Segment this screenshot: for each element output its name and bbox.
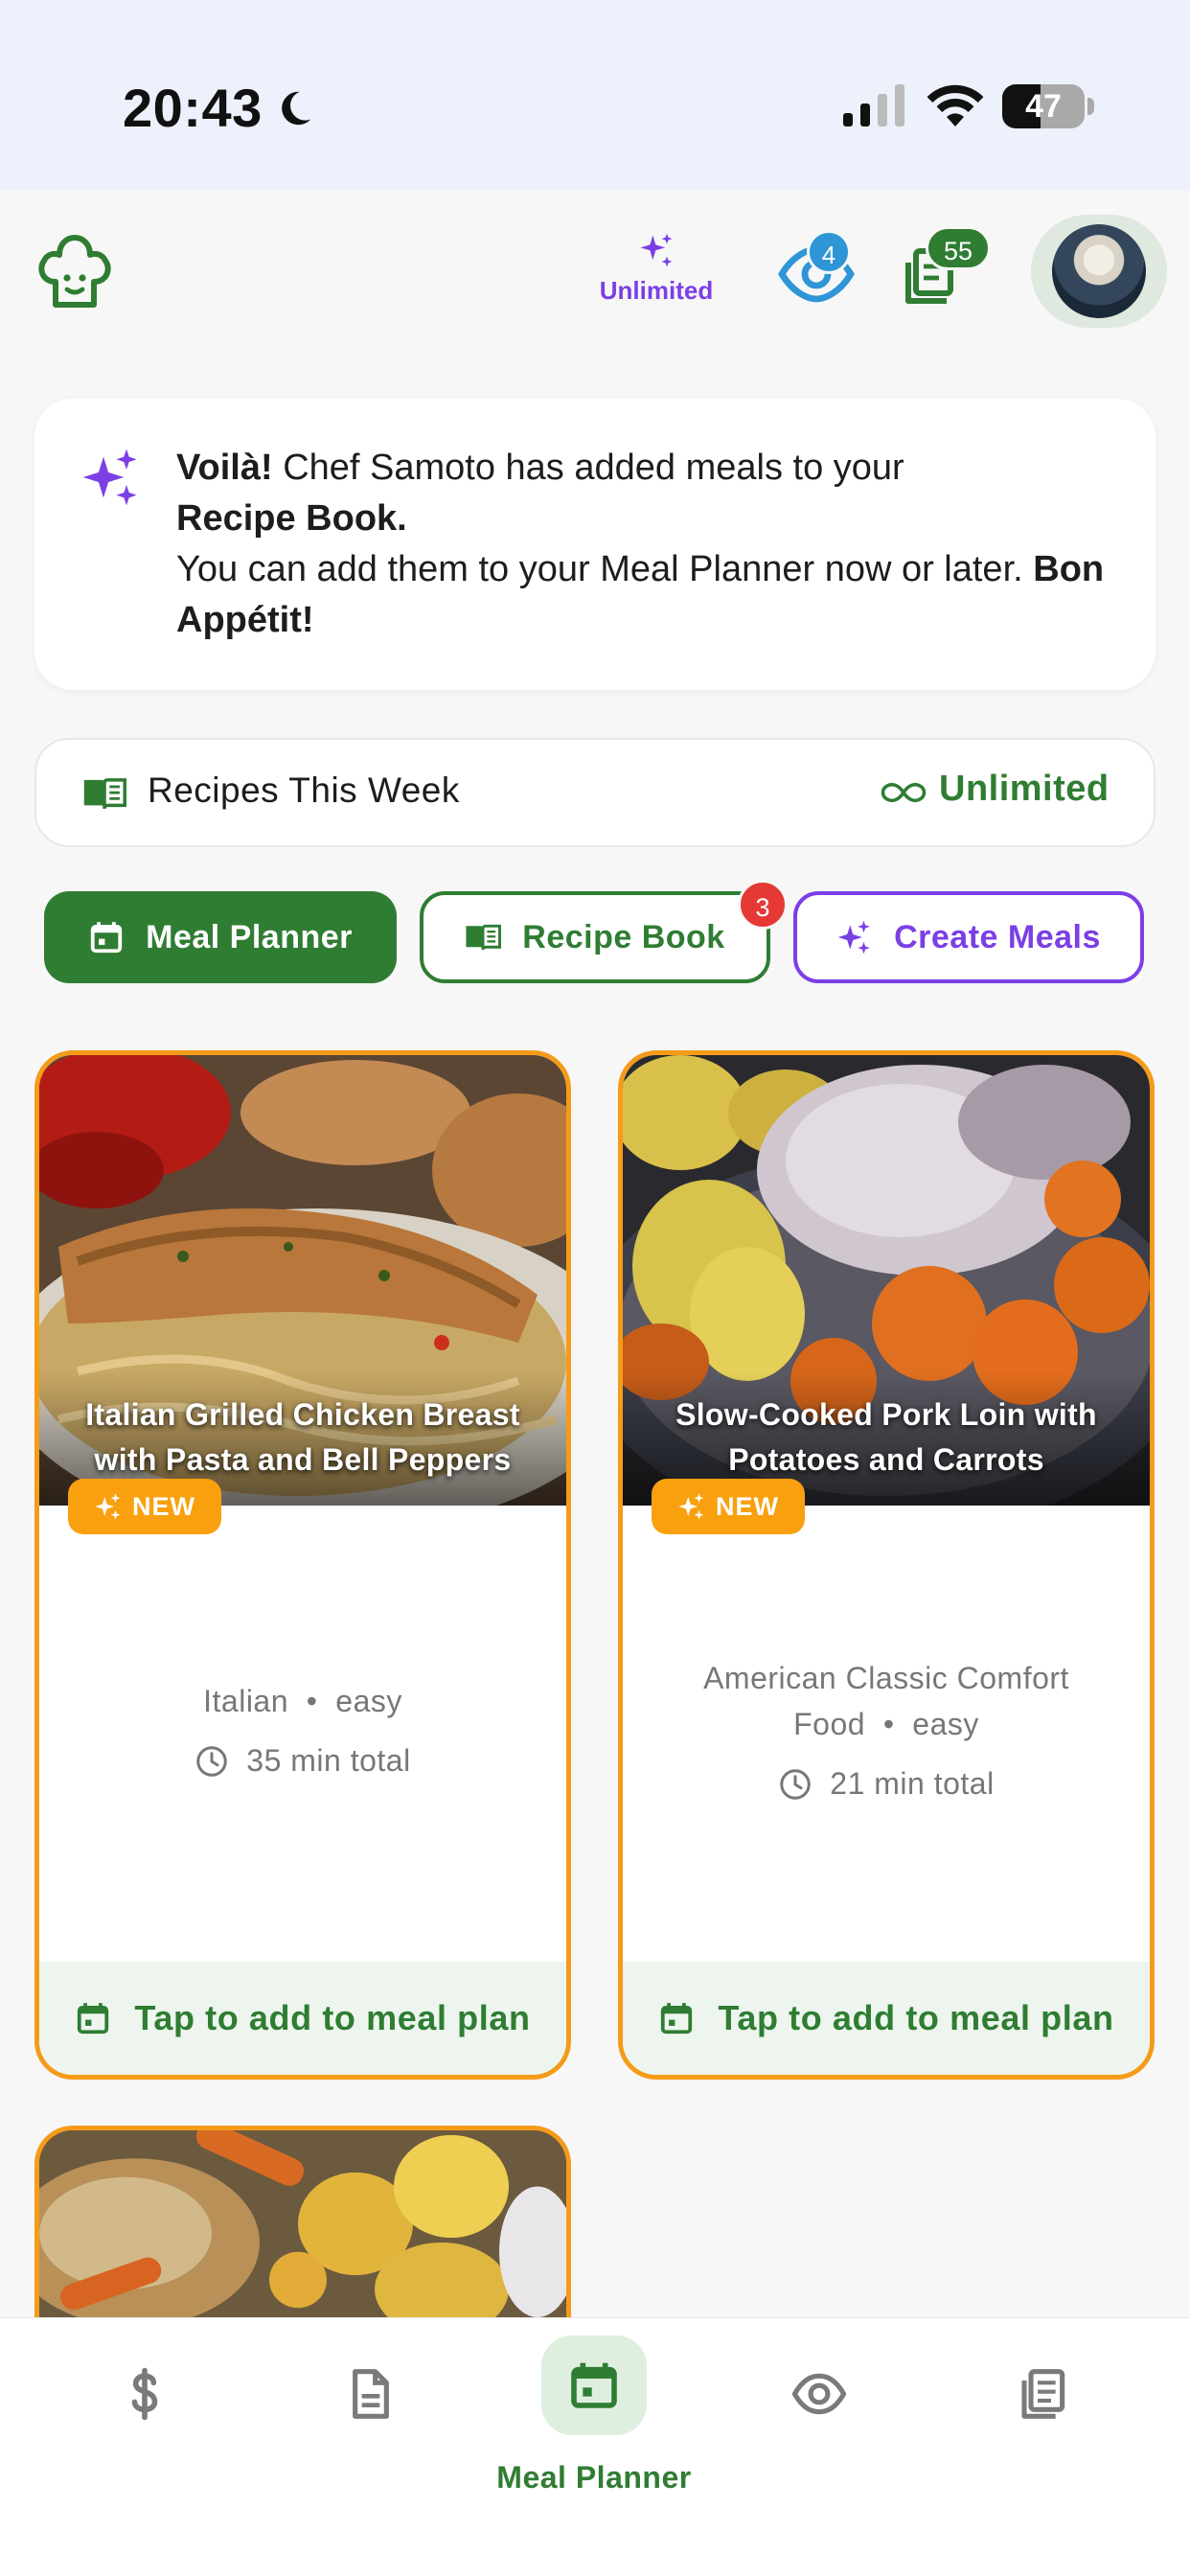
- meta-separator: •: [882, 1707, 895, 1741]
- signal-icon: [843, 84, 904, 126]
- nav-active-label: Meal Planner: [496, 2460, 692, 2495]
- open-book-icon: [83, 778, 126, 810]
- eye-count-badge: 4: [807, 230, 851, 274]
- eye-icon: [792, 2373, 846, 2415]
- add-to-meal-plan-button[interactable]: Tap to add to meal plan: [623, 1962, 1150, 2075]
- wifi-icon: [927, 84, 984, 126]
- add-to-meal-plan-button[interactable]: Tap to add to meal plan: [39, 1962, 566, 2075]
- create-meals-tab-label: Create Meals: [894, 918, 1101, 955]
- unlimited-credits-button[interactable]: Unlimited: [586, 230, 726, 306]
- meal-planner-tab-label: Meal Planner: [146, 918, 353, 955]
- recipe-time-label: 21 min total: [830, 1766, 995, 1801]
- sparkles-icon: [640, 233, 673, 267]
- bottom-navigation: Meal Planner: [0, 2317, 1190, 2576]
- recipe-book-tab[interactable]: Recipe Book: [420, 891, 770, 983]
- clock-icon: [196, 1745, 228, 1777]
- nav-watch[interactable]: [762, 2341, 877, 2447]
- document-icon: [353, 2369, 389, 2419]
- recipe-card-partial[interactable]: [34, 2126, 571, 2317]
- sparkles-icon: [82, 448, 137, 506]
- calendar-icon: [78, 2003, 109, 2035]
- recipes-icon: [1021, 2369, 1065, 2419]
- new-badge-label: NEW: [132, 1491, 195, 1521]
- recipe-title: Slow-Cooked Pork Loin with Potatoes and …: [675, 1397, 1097, 1477]
- recipe-difficulty: easy: [335, 1684, 402, 1718]
- new-badge: NEW: [652, 1479, 805, 1534]
- recipe-meta: Italian • easy: [58, 1678, 547, 1724]
- open-book-icon: [466, 924, 502, 951]
- clock-icon: [780, 1768, 812, 1800]
- recipe-meta: American Classic Comfort Food • easy: [671, 1655, 1102, 1747]
- recipe-count-badge: 55: [926, 226, 991, 270]
- status-bar: 20:43 47: [0, 0, 1190, 190]
- chef-hat-icon[interactable]: [34, 230, 115, 312]
- nav-documents[interactable]: [313, 2341, 428, 2447]
- unlimited-label: Unlimited: [599, 276, 714, 305]
- battery-percent: 47: [1025, 88, 1062, 125]
- nav-meal-planner[interactable]: [541, 2335, 647, 2435]
- nav-budget[interactable]: [87, 2341, 202, 2447]
- add-to-meal-plan-label: Tap to add to meal plan: [718, 1998, 1114, 2037]
- recipe-book-badge: 3: [738, 880, 788, 930]
- moon-icon: [282, 91, 311, 126]
- add-to-meal-plan-label: Tap to add to meal plan: [134, 1998, 531, 2037]
- recipes-this-week-label: Recipes This Week: [148, 770, 460, 810]
- dollar-icon: [131, 2367, 158, 2421]
- battery-indicator: 47: [1002, 84, 1094, 128]
- recipe-cuisine: Italian: [203, 1684, 289, 1718]
- top-app-bar: Unlimited 4 55: [0, 190, 1190, 353]
- avatar[interactable]: [1052, 224, 1146, 318]
- calendar-icon: [90, 922, 123, 954]
- new-badge-label: NEW: [716, 1491, 779, 1521]
- meta-separator: •: [306, 1684, 318, 1718]
- chef-notice-card: Voilà! Chef Samoto has added meals to yo…: [34, 399, 1156, 690]
- notice-text-1: Chef Samoto has added meals to your: [272, 448, 904, 488]
- recipe-difficulty: easy: [912, 1707, 979, 1741]
- recipe-card[interactable]: Slow-Cooked Pork Loin with Potatoes and …: [618, 1050, 1155, 2080]
- nav-recipes[interactable]: [987, 2341, 1102, 2447]
- recipes-this-week-value: Unlimited: [939, 769, 1110, 809]
- recipe-title: Italian Grilled Chicken Breast with Past…: [85, 1397, 520, 1477]
- sparkles-icon: [95, 1493, 121, 1520]
- recipe-time: 35 min total: [39, 1743, 566, 1779]
- meal-planner-tab[interactable]: Meal Planner: [44, 891, 397, 983]
- recipe-book-tab-label: Recipe Book: [522, 918, 725, 955]
- notice-bold-voila: Voilà!: [176, 448, 273, 488]
- recipes-this-week-bar: Recipes This Week Unlimited: [34, 738, 1156, 847]
- recipe-photo: [39, 2130, 566, 2317]
- recipe-time: 21 min total: [623, 1766, 1150, 1802]
- calendar-icon: [571, 2362, 617, 2408]
- new-badge: NEW: [68, 1479, 221, 1534]
- notice-bold-recipe-book: Recipe Book.: [176, 498, 407, 539]
- calendar-icon: [661, 2003, 693, 2035]
- recipe-card[interactable]: Italian Grilled Chicken Breast with Past…: [34, 1050, 571, 2080]
- infinity-icon: [881, 782, 927, 803]
- notice-message: Voilà! Chef Samoto has added meals to yo…: [176, 443, 1115, 646]
- sparkles-icon: [678, 1493, 704, 1520]
- recipe-time-label: 35 min total: [246, 1743, 411, 1778]
- notice-text-2: You can add them to your Meal Planner no…: [176, 549, 1034, 589]
- status-time: 20:43: [123, 78, 263, 138]
- sparkles-icon: [837, 920, 870, 954]
- create-meals-tab[interactable]: Create Meals: [793, 891, 1144, 983]
